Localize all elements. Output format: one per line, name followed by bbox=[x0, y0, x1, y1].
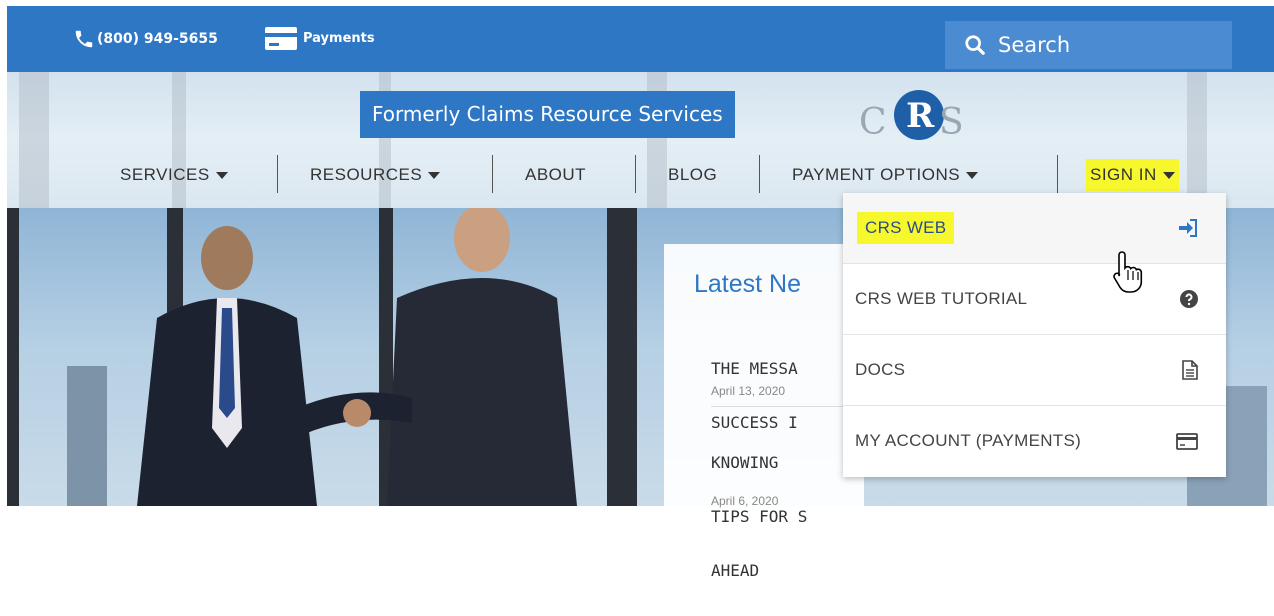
sign-in-dropdown: CRS WEB CRS WEB TUTORIAL DOCS MY ACCOUNT… bbox=[843, 193, 1226, 477]
nav-blog[interactable]: BLOG bbox=[668, 159, 717, 191]
news-item-1-date: April 13, 2020 bbox=[711, 384, 786, 398]
nav-payment-options[interactable]: PAYMENT OPTIONS bbox=[792, 159, 979, 191]
menu-item-crs-web-tutorial-label: CRS WEB TUTORIAL bbox=[855, 289, 1028, 308]
menu-item-crs-web-label: CRS WEB bbox=[857, 212, 955, 244]
nav-services[interactable]: SERVICES bbox=[120, 159, 228, 191]
payments-label: Payments bbox=[303, 31, 375, 46]
menu-item-crs-web[interactable]: CRS WEB bbox=[843, 193, 1226, 264]
document-icon bbox=[1182, 360, 1198, 380]
question-circle-icon bbox=[1180, 290, 1198, 308]
logo-letter-r: R bbox=[906, 96, 935, 136]
payments-link[interactable]: Payments bbox=[265, 27, 375, 50]
credit-card-icon bbox=[1176, 432, 1198, 450]
latest-news-title: Latest Ne bbox=[694, 270, 802, 298]
news-item-1-line1: THE MESSA bbox=[711, 359, 798, 378]
caret-down-icon bbox=[215, 171, 228, 179]
nav-resources-label: RESOURCES bbox=[310, 165, 423, 184]
menu-item-docs[interactable]: DOCS bbox=[843, 335, 1226, 406]
caret-down-icon bbox=[1162, 171, 1175, 179]
nav-sign-in[interactable]: SIGN IN bbox=[1086, 159, 1179, 191]
news-item-2-line1: KNOWING bbox=[711, 453, 789, 472]
main-nav: SERVICES RESOURCES ABOUT BLOG PAYMENT OP… bbox=[7, 155, 1274, 195]
menu-item-crs-web-tutorial[interactable]: CRS WEB TUTORIAL bbox=[843, 264, 1226, 335]
nav-services-label: SERVICES bbox=[120, 165, 210, 184]
crs-logo[interactable]: C R S bbox=[859, 86, 979, 156]
menu-item-docs-label: DOCS bbox=[855, 360, 906, 379]
phone-number: (800) 949-5655 bbox=[97, 31, 218, 47]
search-button[interactable]: Search bbox=[945, 21, 1232, 69]
nav-payment-options-label: PAYMENT OPTIONS bbox=[792, 165, 961, 184]
nav-about[interactable]: ABOUT bbox=[525, 159, 586, 191]
sign-in-icon bbox=[1178, 219, 1198, 237]
credit-card-icon bbox=[265, 27, 297, 50]
logo-letter-s: S bbox=[939, 102, 964, 143]
latest-news-panel: Latest Ne THE MESSA SUCCESS I April 13, … bbox=[664, 244, 864, 580]
nav-about-label: ABOUT bbox=[525, 165, 587, 184]
nav-resources[interactable]: RESOURCES bbox=[310, 159, 441, 191]
news-item-2[interactable]: KNOWING TIPS FOR S AHEAD bbox=[711, 418, 807, 616]
top-utility-bar: (800) 949-5655 Payments Search bbox=[7, 6, 1274, 72]
logo-letter-c: C bbox=[859, 102, 887, 143]
menu-item-my-account[interactable]: MY ACCOUNT (PAYMENTS) bbox=[843, 406, 1226, 476]
news-item-2-line2: TIPS FOR S bbox=[711, 507, 808, 526]
search-label: Search bbox=[998, 33, 1071, 57]
search-icon bbox=[964, 34, 986, 56]
news-item-2-line3: AHEAD bbox=[711, 561, 760, 580]
caret-down-icon bbox=[428, 171, 441, 179]
caret-down-icon bbox=[966, 171, 979, 179]
phone-icon bbox=[75, 30, 93, 48]
nav-blog-label: BLOG bbox=[668, 165, 718, 184]
tagline: Formerly Claims Resource Services bbox=[360, 91, 735, 138]
hand-cursor-icon bbox=[1113, 251, 1143, 293]
site-header: Formerly Claims Resource Services C R S … bbox=[7, 72, 1274, 208]
nav-sign-in-label: SIGN IN bbox=[1090, 165, 1157, 184]
menu-item-my-account-label: MY ACCOUNT (PAYMENTS) bbox=[855, 431, 1082, 450]
phone-link[interactable]: (800) 949-5655 bbox=[73, 28, 218, 50]
businessmen-handshake-image bbox=[137, 208, 577, 506]
